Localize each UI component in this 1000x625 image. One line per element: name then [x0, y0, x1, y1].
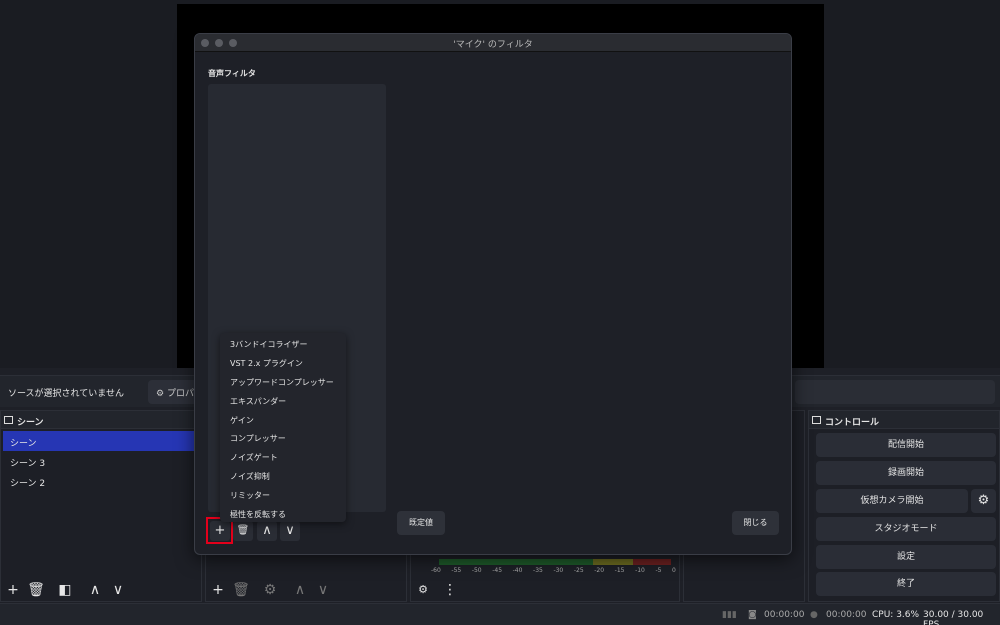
scene-item[interactable]: シーン [3, 431, 199, 451]
menu-item-limiter[interactable]: リミッター [220, 486, 346, 505]
remove-scene-icon[interactable]: 🗑 [27, 581, 45, 599]
menu-item-noise-gate[interactable]: ノイズゲート [220, 448, 346, 467]
scenes-dock: シーン シーン シーン 3 シーン 2 + 🗑 ◧ ∧ ∨ [0, 410, 202, 602]
menu-item-vst[interactable]: VST 2.x プラグイン [220, 354, 346, 373]
move-filter-up-icon[interactable]: ∧ [257, 521, 277, 541]
close-button[interactable]: 閉じる [732, 511, 779, 535]
menu-item-gain[interactable]: ゲイン [220, 411, 346, 430]
volume-meter [439, 559, 671, 565]
menu-item-3band-eq[interactable]: 3バンドイコライザー [220, 335, 346, 354]
mixer-toolbar: ⚙ ⋮ [411, 579, 679, 601]
cpu-usage: CPU: 3.6% [872, 610, 920, 620]
recording-time: 00:00:00 [764, 610, 805, 620]
dock-icon [4, 416, 13, 424]
add-filter-menu: 3バンドイコライザー VST 2.x プラグイン アップワードコンプレッサー エ… [220, 333, 346, 522]
dialog-titlebar: 'マイク' のフィルタ [195, 34, 791, 52]
scene-item-label: シーン 3 [10, 459, 46, 469]
menu-item-compressor[interactable]: コンプレッサー [220, 429, 346, 448]
menu-item-noise-suppression[interactable]: ノイズ抑制 [220, 467, 346, 486]
audio-filters-label: 音声フィルタ [208, 69, 256, 78]
menu-item-upward-compressor[interactable]: アップワードコンプレッサー [220, 373, 346, 392]
fps-readout: 30.00 / 30.00 FPS [923, 610, 984, 625]
move-up-icon[interactable]: ∧ [86, 581, 104, 599]
studio-mode-button[interactable]: スタジオモード [816, 517, 996, 541]
mixer-menu-icon[interactable]: ⋮ [441, 581, 459, 599]
scene-item-label: シーン 2 [10, 479, 46, 489]
controls-dock: コントロール 配信開始 録画開始 仮想カメラ開始 ⚙ スタジオモード 設定 終了 [808, 410, 1000, 602]
scene-item[interactable]: シーン 3 [1, 451, 201, 471]
dock-icon [812, 416, 821, 424]
scene-item-label: シーン [10, 439, 37, 449]
status-bar: ▮▮▮ ◙ 00:00:00 ● 00:00:00 CPU: 3.6% 30.0… [0, 603, 1000, 625]
exit-button[interactable]: 終了 [816, 572, 996, 596]
controls-title: コントロール [825, 418, 880, 428]
stream-indicator-icon: ● [810, 610, 818, 620]
move-filter-down-icon[interactable]: ∨ [280, 521, 300, 541]
stream-time: 00:00:00 [826, 610, 867, 620]
source-properties-icon[interactable]: ⚙ [261, 581, 279, 599]
controls-dock-title: コントロール [809, 411, 999, 429]
remove-source-icon[interactable]: 🗑 [232, 581, 250, 599]
scenes-title: シーン [17, 418, 44, 428]
move-down-icon[interactable]: ∨ [314, 581, 332, 599]
properties-button[interactable]: ⚙ プロパ [148, 380, 200, 404]
scenes-toolbar: + 🗑 ◧ ∧ ∨ [1, 579, 201, 601]
menu-item-expander[interactable]: エキスパンダー [220, 392, 346, 411]
dialog-title: 'マイク' のフィルタ [453, 40, 533, 50]
filters-button[interactable] [795, 380, 995, 404]
start-streaming-button[interactable]: 配信開始 [816, 433, 996, 457]
menu-item-invert-polarity[interactable]: 極性を反転する [220, 505, 346, 524]
no-source-label: ソースが選択されていません [8, 389, 125, 399]
start-virtual-camera-button[interactable]: 仮想カメラ開始 [816, 489, 968, 513]
remove-filter-icon[interactable]: 🗑 [233, 521, 253, 541]
scene-filters-icon[interactable]: ◧ [56, 581, 74, 599]
sources-toolbar: + 🗑 ⚙ ∧ ∨ [206, 579, 406, 601]
network-signal-icon: ▮▮▮ [722, 610, 737, 620]
defaults-button[interactable]: 既定値 [397, 511, 445, 535]
move-down-icon[interactable]: ∨ [109, 581, 127, 599]
recording-indicator-icon: ◙ [748, 610, 757, 620]
add-source-icon[interactable]: + [209, 581, 227, 599]
add-scene-icon[interactable]: + [4, 581, 22, 599]
virtual-camera-gear-icon[interactable]: ⚙ [971, 489, 996, 513]
properties-label: プロパ [166, 389, 194, 399]
settings-button[interactable]: 設定 [816, 545, 996, 569]
meter-scale: -60 -55 -50 -45 -40 -35 -30 -25 -20 -15 -10 -5 0 [431, 567, 676, 574]
scene-item[interactable]: シーン 2 [1, 471, 201, 491]
advanced-audio-gear-icon[interactable]: ⚙ [414, 581, 432, 599]
scenes-dock-title: シーン [1, 411, 201, 429]
start-recording-button[interactable]: 録画開始 [816, 461, 996, 485]
move-up-icon[interactable]: ∧ [291, 581, 309, 599]
